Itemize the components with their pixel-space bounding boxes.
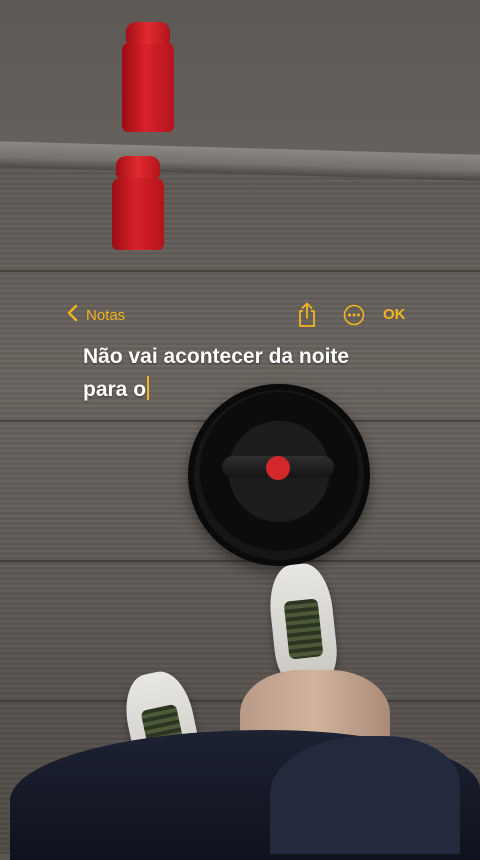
note-body-editor[interactable]: Não vai acontecer da noite para o [83, 340, 413, 406]
note-text-line-2-content: para o [83, 378, 147, 401]
back-label: Notas [86, 306, 126, 324]
shorts-fold [270, 736, 460, 854]
done-button[interactable]: OK [383, 306, 406, 323]
weight-plate [188, 384, 370, 566]
floor-seam [0, 560, 480, 562]
floor-seam [0, 270, 480, 272]
red-shaker-bottle-reflection [122, 22, 174, 132]
chevron-left-icon [66, 304, 80, 326]
back-button[interactable]: Notas [66, 304, 125, 326]
more-button[interactable] [343, 304, 365, 326]
sneaker-right [265, 561, 341, 687]
ellipsis-circle-icon [343, 304, 365, 330]
share-button[interactable] [295, 302, 319, 328]
notes-toolbar: Notas OK [0, 300, 480, 332]
share-icon [295, 302, 319, 332]
note-text-line-2: para o [83, 373, 413, 406]
text-cursor [147, 376, 150, 400]
mirror-wall [0, 0, 480, 165]
red-shaker-bottle [112, 156, 164, 250]
floor-seam [0, 700, 480, 702]
note-text-line-1: Não vai acontecer da noite [83, 345, 350, 368]
background-photo [0, 0, 480, 860]
